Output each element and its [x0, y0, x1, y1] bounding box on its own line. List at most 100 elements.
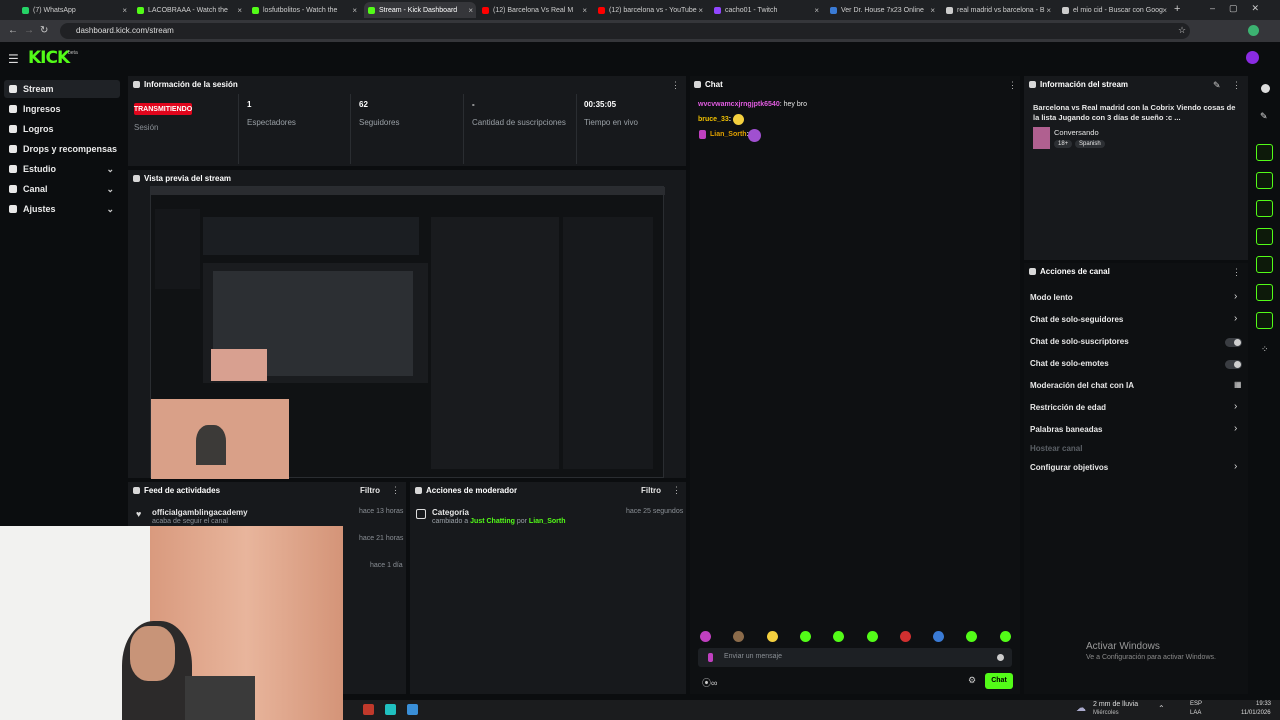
session-menu-icon[interactable]: ⋮	[671, 80, 680, 91]
category-link[interactable]: Just Chatting	[470, 518, 515, 525]
tab-close-icon[interactable]: ×	[237, 6, 242, 15]
chat-menu-icon[interactable]: ⋮	[1008, 80, 1017, 91]
info-rail-icon[interactable]	[1261, 84, 1270, 93]
tab-close-icon[interactable]: ×	[468, 6, 473, 15]
points-icon[interactable]: ⦿∞	[702, 676, 717, 689]
sidebar-item-stream[interactable]: Stream	[4, 80, 120, 98]
sidebar-item-logros[interactable]: Logros	[4, 120, 120, 138]
browser-tab[interactable]: (12) Barcelona Vs Real M ×	[478, 2, 590, 18]
browser-tab[interactable]: real madrid vs barcelona - B ×	[942, 2, 1054, 18]
channel-actions-menu-icon[interactable]: ⋮	[1232, 267, 1241, 278]
tray-icons[interactable]: ⌃	[1158, 704, 1165, 713]
sidebar-item-ajustes[interactable]: Ajustes ⌄	[4, 200, 120, 218]
lang-indicator[interactable]: ESP	[1190, 701, 1202, 707]
rail-icon-6[interactable]	[1256, 284, 1273, 301]
profile-avatar[interactable]	[1248, 25, 1259, 36]
chat-input[interactable]: Enviar un mensaje	[698, 648, 1012, 667]
chat-user[interactable]: wvcvwamcxjrngjptk6540	[698, 101, 780, 108]
activity-filter-button[interactable]: Filtro	[360, 486, 380, 495]
tab-close-icon[interactable]: ×	[582, 6, 587, 15]
bookmark-star-icon[interactable]: ☆	[1178, 25, 1186, 36]
back-icon[interactable]: ←	[8, 25, 18, 36]
channel-action-4[interactable]: Moderación del chat con IA	[1030, 381, 1134, 390]
sidebar-item-ingresos[interactable]: Ingresos	[4, 100, 120, 118]
rail-icon-7[interactable]	[1256, 312, 1273, 329]
channel-action-1[interactable]: Chat de solo-seguidores	[1030, 315, 1123, 324]
window-controls[interactable]: –▢✕	[1210, 3, 1273, 14]
more-rail-icon[interactable]: ⁘	[1261, 344, 1269, 355]
user-link[interactable]: Lian_Sorth	[529, 518, 566, 525]
user-avatar[interactable]	[1246, 51, 1259, 64]
browser-tab[interactable]: (12) barcelona vs - YouTube ×	[594, 2, 706, 18]
tab-close-icon[interactable]: ×	[122, 6, 127, 15]
url-input[interactable]: dashboard.kick.com/stream	[60, 23, 1190, 39]
quick-emote-icon[interactable]	[899, 631, 911, 642]
stream-category[interactable]: Conversando	[1054, 128, 1099, 137]
modactions-filter-button[interactable]: Filtro	[641, 486, 661, 495]
tab-close-icon[interactable]: ×	[930, 6, 935, 15]
taskbar-app-icon[interactable]	[385, 704, 396, 715]
menu-icon[interactable]: ☰	[8, 52, 19, 66]
tab-close-icon[interactable]: ×	[814, 6, 819, 15]
quick-emote-icon[interactable]	[999, 631, 1011, 642]
new-tab-button[interactable]: +	[1174, 3, 1180, 15]
weather-icon[interactable]: ☁	[1076, 703, 1086, 714]
channel-action-2[interactable]: Chat de solo-suscriptores	[1030, 337, 1129, 346]
chevron-right-icon[interactable]: ›	[1234, 401, 1237, 412]
browser-tab[interactable]: el mio cid - Buscar con Goog ×	[1058, 2, 1170, 18]
channel-action-7[interactable]: Hostear canal	[1030, 444, 1082, 453]
channel-action-8[interactable]: Configurar objetivos	[1030, 463, 1108, 472]
sidebar-item-estudio[interactable]: Estudio ⌄	[4, 160, 120, 178]
chart-icon[interactable]: ▦	[1234, 380, 1242, 389]
rail-icon-3[interactable]	[1256, 200, 1273, 217]
quick-emote-icon[interactable]	[799, 631, 811, 642]
channel-action-5[interactable]: Restricción de edad	[1030, 403, 1106, 412]
quick-emote-icon[interactable]	[866, 631, 878, 642]
tab-close-icon[interactable]: ×	[698, 6, 703, 15]
reload-icon[interactable]: ↻	[40, 25, 48, 36]
browser-tab[interactable]: LACOBRAAA - Watch the ×	[133, 2, 245, 18]
browser-tab[interactable]: losfutbolitos - Watch the ×	[248, 2, 360, 18]
tab-close-icon[interactable]: ×	[352, 6, 357, 15]
sidebar-item-canal[interactable]: Canal ⌄	[4, 180, 120, 198]
emoji-icon[interactable]	[997, 654, 1004, 661]
browser-tab[interactable]: Stream - Kick Dashboard ×	[364, 2, 476, 18]
taskbar-app-icon[interactable]	[363, 704, 374, 715]
channel-action-0[interactable]: Modo lento	[1030, 293, 1073, 302]
stream-info-menu-icon[interactable]: ⋮	[1232, 80, 1241, 91]
forward-icon[interactable]: →	[24, 25, 34, 36]
browser-tab[interactable]: cacho01 - Twitch ×	[710, 2, 822, 18]
chat-user[interactable]: bruce_33	[698, 116, 729, 123]
channel-action-6[interactable]: Palabras baneadas	[1030, 425, 1102, 434]
kick-logo[interactable]: KICK	[28, 48, 70, 68]
chevron-right-icon[interactable]: ›	[1234, 423, 1237, 434]
browser-tab[interactable]: (7) WhatsApp ×	[18, 2, 130, 18]
chevron-right-icon[interactable]: ›	[1234, 461, 1237, 472]
tab-close-icon[interactable]: ×	[1046, 6, 1051, 15]
channel-action-3[interactable]: Chat de solo-emotes	[1030, 359, 1109, 368]
chevron-right-icon[interactable]: ›	[1234, 291, 1237, 302]
toggle-switch[interactable]	[1225, 360, 1242, 369]
emote-picker-icon[interactable]	[708, 653, 713, 662]
rail-icon-5[interactable]	[1256, 256, 1273, 273]
chevron-right-icon[interactable]: ›	[1234, 313, 1237, 324]
edit-rail-icon[interactable]: ✎	[1260, 111, 1268, 122]
chat-send-button[interactable]: Chat	[985, 673, 1013, 689]
chat-user[interactable]: Lian_Sorth	[710, 131, 747, 138]
quick-emote-icon[interactable]	[766, 631, 778, 642]
activity-user[interactable]: officialgamblingacademy	[152, 508, 248, 517]
sidebar-item-drops[interactable]: Drops y recompensas	[4, 140, 120, 158]
browser-tab[interactable]: Ver Dr. House 7x23 Online ×	[826, 2, 938, 18]
rail-icon-4[interactable]	[1256, 228, 1273, 245]
modactions-menu-icon[interactable]: ⋮	[672, 485, 681, 496]
chat-settings-icon[interactable]: ⚙	[968, 675, 976, 686]
quick-emote-icon[interactable]	[700, 631, 711, 642]
pencil-icon[interactable]: ✎	[1213, 80, 1221, 91]
taskbar-app-icon[interactable]	[407, 704, 418, 715]
tab-close-icon[interactable]: ×	[1162, 6, 1167, 15]
activity-menu-icon[interactable]: ⋮	[391, 485, 400, 496]
toggle-switch[interactable]	[1225, 338, 1242, 347]
rail-icon-2[interactable]	[1256, 172, 1273, 189]
stream-preview-video[interactable]	[150, 186, 665, 479]
clock-time[interactable]: 19:33	[1256, 701, 1271, 707]
